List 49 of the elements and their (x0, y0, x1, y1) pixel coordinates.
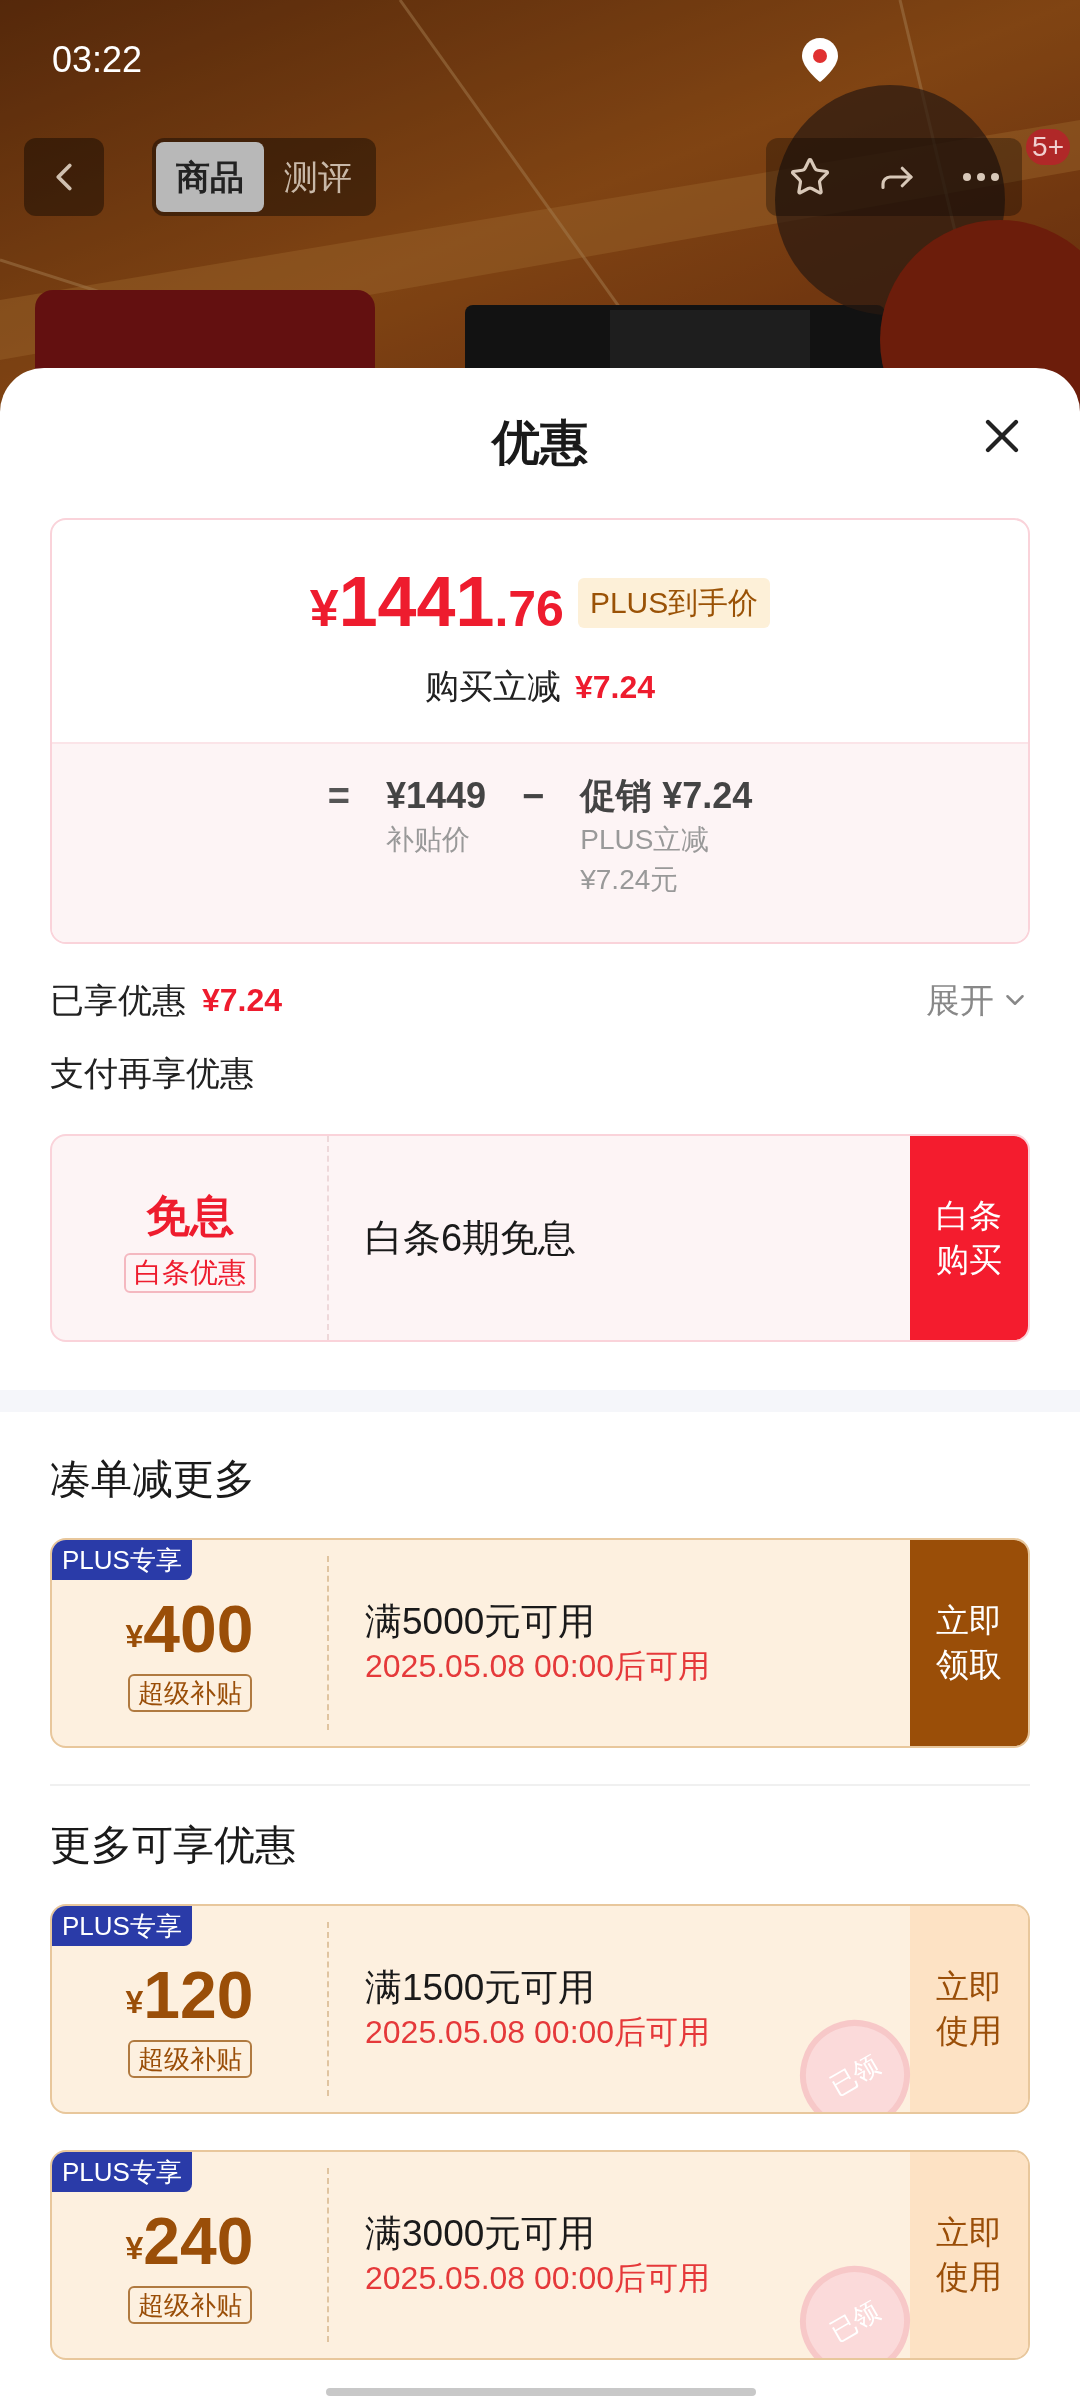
base-price: ¥1449 (385, 774, 486, 818)
enjoyed-amount: ¥7.24 (202, 981, 283, 1020)
currency-symbol: ¥ (125, 1618, 144, 1656)
offer-description: 白条6期免息 (365, 1215, 577, 1261)
coupon-label: 超级补贴 (127, 2286, 252, 2324)
coupon-amount: 240 (143, 2206, 254, 2276)
sheet-title: 优惠 (492, 415, 588, 471)
section-subtitle: 支付再享优惠 (50, 1052, 254, 1094)
plus-tag: PLUS专享 (52, 1906, 192, 1946)
final-price: ¥1441.76 (309, 562, 564, 643)
currency-symbol: ¥ (125, 2230, 144, 2268)
section-title: 凑单减更多 (50, 1455, 255, 1505)
status-time: 03:22 (52, 38, 143, 82)
equals-sign: = (327, 774, 350, 819)
more-icon[interactable] (963, 173, 1000, 181)
currency-symbol: ¥ (125, 1984, 144, 2022)
reduction-value: ¥7.24 (574, 667, 656, 707)
promo-detail-amount: ¥7.24元 (580, 863, 680, 897)
promo-amount: 促销 ¥7.24 (580, 774, 753, 818)
price-tag: PLUS到手价 (577, 577, 771, 628)
coupon-amount: 120 (143, 1960, 254, 2030)
plus-tag: PLUS专享 (52, 1540, 192, 1580)
expand-button[interactable]: 展开 (926, 974, 1030, 1026)
coupon-condition: 满3000元可用 (365, 2212, 597, 2256)
section-title: 更多可享优惠 (50, 1821, 296, 1871)
coupon-label: 超级补贴 (127, 1674, 252, 1712)
reduction-label: 购买立减 (424, 666, 561, 707)
location-pin-icon (802, 38, 839, 82)
coupon-condition: 满5000元可用 (365, 1600, 597, 1644)
back-button[interactable] (24, 138, 104, 216)
coupon-amount: 400 (143, 1594, 254, 1664)
coupon-condition: 满1500元可用 (365, 1966, 597, 2010)
tab[interactable]: 测评 (264, 142, 372, 212)
promo-detail: PLUS立减 (580, 823, 711, 857)
use-button[interactable]: 立即使用 (910, 2152, 1028, 2358)
base-price-label: 补贴价 (385, 823, 471, 857)
offer-tag: 白条优惠 (123, 1253, 256, 1293)
use-button[interactable]: 立即使用 (910, 1906, 1028, 2112)
enjoyed-label: 已享优惠 (50, 979, 186, 1021)
tab[interactable]: 商品 (156, 142, 264, 212)
coupon-label: 超级补贴 (127, 2040, 252, 2078)
minus-sign: − (522, 774, 545, 819)
offer-headline: 免息 (145, 1190, 234, 1242)
coupon-validity: 2025.05.08 00:00后可用 (365, 2259, 712, 2298)
plus-tag: PLUS专享 (52, 2152, 192, 2192)
coupon-validity: 2025.05.08 00:00后可用 (365, 1647, 712, 1686)
buy-button[interactable]: 白条购买 (910, 1136, 1028, 1340)
claim-button[interactable]: 立即领取 (910, 1540, 1028, 1746)
coupon-validity: 2025.05.08 00:00后可用 (365, 2013, 712, 2052)
